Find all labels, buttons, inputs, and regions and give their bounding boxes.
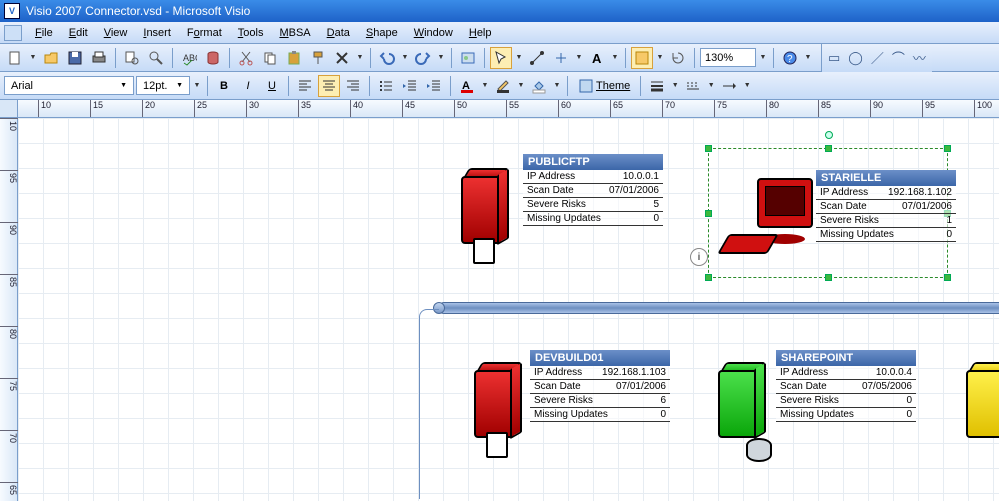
database-button[interactable] (202, 47, 224, 69)
underline-button[interactable]: U (261, 75, 283, 97)
text-tool-button[interactable]: A (586, 47, 608, 69)
menu-view[interactable]: View (97, 25, 135, 41)
toolbar-formatting: Arial▼ 12pt.▼ ▼ B I U A ▼ ▼ ▼ Theme ▼ ▼ … (0, 72, 999, 100)
infobox-header: PUBLICFTP (523, 154, 663, 170)
svg-text:A: A (592, 51, 602, 66)
infobox-header: DEVBUILD01 (530, 350, 670, 366)
server-sharepoint[interactable] (712, 362, 770, 452)
italic-button[interactable]: I (237, 75, 259, 97)
zoom-dropdown[interactable]: ▼ (758, 47, 768, 69)
server-publicftp[interactable] (455, 168, 513, 258)
new-dropdown[interactable]: ▼ (28, 47, 38, 69)
zoom-input[interactable]: 130% (700, 48, 756, 67)
shapes-window-button[interactable] (457, 47, 479, 69)
cut-button[interactable] (235, 47, 257, 69)
redo-button[interactable] (412, 47, 434, 69)
rectangle-icon[interactable]: ▭ (828, 50, 840, 66)
copy-button[interactable] (259, 47, 281, 69)
menu-help[interactable]: Help (462, 25, 499, 41)
line-weight-button[interactable] (646, 75, 668, 97)
theme-button[interactable]: Theme (573, 75, 635, 97)
shapes-palette: ▭ ◯ ／ ⌒ 〰 (821, 44, 932, 72)
toolbar-standard: ▼ ABC ▼ ▼ ▼ ▼ ▼ A ▼ ▼ 130% ▼ ? ▼ ▭ ◯ ／ ⌒… (0, 44, 999, 72)
computer-starielle[interactable] (723, 178, 813, 258)
save-button[interactable] (64, 47, 86, 69)
pointer-tool-button[interactable] (490, 47, 512, 69)
fill-tool-button[interactable] (631, 47, 653, 69)
align-right-button[interactable] (342, 75, 364, 97)
svg-text:?: ? (787, 54, 793, 65)
line-pattern-button[interactable] (682, 75, 704, 97)
font-size-select[interactable]: 12pt.▼ (136, 76, 190, 95)
print-preview-button[interactable] (121, 47, 143, 69)
titlebar: V Visio 2007 Connector.vsd - Microsoft V… (0, 0, 999, 22)
ruler-corner[interactable] (0, 100, 18, 118)
arc-icon[interactable]: ⌒ (892, 48, 905, 67)
research-button[interactable] (145, 47, 167, 69)
ruler-vertical[interactable]: 1095908580757065 (0, 118, 18, 501)
open-button[interactable] (40, 47, 62, 69)
bold-button[interactable]: B (213, 75, 235, 97)
align-center-button[interactable] (318, 75, 340, 97)
infobox-sharepoint[interactable]: SHAREPOINT IP Address10.0.0.4 Scan Date0… (776, 350, 916, 422)
menubar: File Edit View Insert Format Tools MBSA … (0, 22, 999, 44)
menu-window[interactable]: Window (407, 25, 460, 41)
delete-button[interactable] (331, 47, 353, 69)
line-ends-button[interactable] (718, 75, 740, 97)
spelling-button[interactable]: ABC (178, 47, 200, 69)
increase-indent-button[interactable] (423, 75, 445, 97)
format-painter-button[interactable] (307, 47, 329, 69)
print-button[interactable] (88, 47, 110, 69)
font-select[interactable]: Arial▼ (4, 76, 134, 95)
app-icon: V (4, 3, 20, 19)
menu-shape[interactable]: Shape (359, 25, 405, 41)
menu-mbsa[interactable]: MBSA (272, 25, 317, 41)
menu-insert[interactable]: Insert (136, 25, 178, 41)
menu-edit[interactable]: Edit (62, 25, 95, 41)
decrease-indent-button[interactable] (399, 75, 421, 97)
new-button[interactable] (4, 47, 26, 69)
menu-tools[interactable]: Tools (231, 25, 271, 41)
system-menu-icon[interactable] (4, 25, 22, 41)
canvas-area: 101520253035404550556065707580859095100 … (0, 100, 999, 501)
server-partial[interactable] (960, 362, 999, 452)
menu-data[interactable]: Data (320, 25, 357, 41)
line-color-button[interactable] (492, 75, 514, 97)
rotate-button[interactable] (667, 47, 689, 69)
drawing-page[interactable]: PUBLICFTP IP Address10.0.0.1 Scan Date07… (18, 118, 999, 501)
infobox-header: STARIELLE (816, 170, 956, 186)
menu-file[interactable]: File (28, 25, 60, 41)
line-icon[interactable]: ／ (871, 48, 884, 67)
connection-point-button[interactable] (550, 47, 572, 69)
bullets-button[interactable] (375, 75, 397, 97)
ruler-horizontal[interactable]: 101520253035404550556065707580859095100 (18, 100, 999, 118)
undo-button[interactable] (376, 47, 398, 69)
infobox-starielle[interactable]: STARIELLE IP Address192.168.1.102 Scan D… (816, 170, 956, 242)
server-devbuild01[interactable] (468, 362, 526, 452)
menu-format[interactable]: Format (180, 25, 229, 41)
data-graphic-icon[interactable]: i (690, 248, 708, 266)
infobox-header: SHAREPOINT (776, 350, 916, 366)
undo-dropdown[interactable]: ▼ (400, 47, 410, 69)
pointer-dropdown[interactable]: ▼ (514, 47, 524, 69)
redo-dropdown[interactable]: ▼ (436, 47, 446, 69)
network-pipe[interactable] (438, 302, 999, 314)
fill-color-button[interactable] (528, 75, 550, 97)
connector-tool-button[interactable] (526, 47, 548, 69)
font-color-button[interactable]: A (456, 75, 478, 97)
freeform-icon[interactable]: 〰 (913, 48, 926, 67)
help-button[interactable]: ? (779, 47, 801, 69)
paste-button[interactable] (283, 47, 305, 69)
window-title: Visio 2007 Connector.vsd - Microsoft Vis… (26, 4, 250, 18)
ellipse-icon[interactable]: ◯ (848, 50, 863, 66)
infobox-publicftp[interactable]: PUBLICFTP IP Address10.0.0.1 Scan Date07… (523, 154, 663, 226)
delete-dropdown[interactable]: ▼ (355, 47, 365, 69)
infobox-devbuild01[interactable]: DEVBUILD01 IP Address192.168.1.103 Scan … (530, 350, 670, 422)
align-left-button[interactable] (294, 75, 316, 97)
